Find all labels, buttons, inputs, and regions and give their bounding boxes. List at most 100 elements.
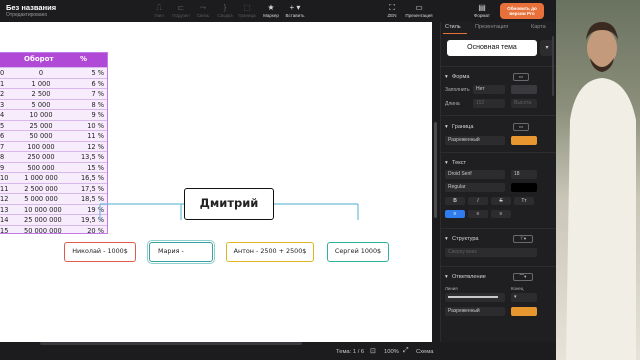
zen-icon: ⛶ xyxy=(389,3,395,12)
align-right-button[interactable]: ≡ xyxy=(491,210,511,218)
chevron-down-icon: ▾ xyxy=(545,45,549,51)
boundary-label: Граница xyxy=(238,13,256,18)
presentation-label: Презентация xyxy=(405,13,433,18)
branch-line-label: Линия xyxy=(445,286,458,291)
section-branch-title: Ответвление xyxy=(452,274,486,280)
font-weight-select[interactable]: Regular xyxy=(445,183,505,192)
node-anton[interactable]: Антон - 2500 + 2500$ xyxy=(226,242,314,262)
canvas-horizontal-scrollbar[interactable] xyxy=(40,342,302,345)
marker-label: Маркер xyxy=(263,13,279,18)
node-sergei[interactable]: Сергей 1000$ xyxy=(327,242,389,262)
section-text-title: Текст xyxy=(452,160,467,166)
format-button[interactable]: ▤ Формат xyxy=(468,3,496,18)
chevron-down-icon[interactable]: ▾ xyxy=(445,124,448,130)
section-border-title: Граница xyxy=(452,124,474,130)
fit-view-icon[interactable]: ⤢ xyxy=(403,347,409,355)
divider xyxy=(441,66,557,67)
presenter-video xyxy=(566,22,636,360)
mindmap-connectors xyxy=(99,198,359,220)
font-family-select[interactable]: Droid Serif xyxy=(445,170,505,179)
strikethrough-button[interactable]: S xyxy=(491,197,511,205)
tab-style[interactable]: Стиль xyxy=(445,24,461,30)
theme-counter: Тема: 1 / 6 xyxy=(336,349,365,355)
webcam-overlay xyxy=(556,0,640,360)
outline-view-icon[interactable]: ⊡ xyxy=(370,347,376,355)
branch-style-select[interactable]: Разреженный xyxy=(445,307,505,316)
summary-label: Сводка xyxy=(217,13,233,18)
align-center-button[interactable]: ≡ xyxy=(468,210,488,218)
align-left-icon: ≡ xyxy=(453,211,457,217)
rounded-rect-icon: ▭ xyxy=(518,124,524,129)
branch-shape-picker[interactable]: ⌒▾ xyxy=(513,273,533,281)
section-shape-title: Форма xyxy=(452,74,470,80)
mindmap-canvas[interactable]: Оборот % 005 % 1 1 000 6 % 2 2 500 7 % 3 5 000 8 … xyxy=(0,22,432,342)
format-panel: Стиль Презентация Карта Основная тема ▾ … xyxy=(440,22,557,342)
chevron-down-icon[interactable]: ▾ xyxy=(445,236,448,242)
divider xyxy=(441,152,557,153)
presentation-icon: ▭ xyxy=(415,3,423,12)
border-shape-picker[interactable]: ▭ xyxy=(513,123,529,131)
branch-color-swatch[interactable] xyxy=(511,307,537,316)
zoom-level[interactable]: 100% xyxy=(384,349,399,355)
branch-end-select[interactable]: ▾ xyxy=(511,293,537,302)
height-input[interactable]: Высота xyxy=(511,99,537,108)
chevron-down-icon[interactable]: ▾ xyxy=(445,274,448,280)
fill-select[interactable]: Нет xyxy=(473,85,505,94)
scrollbar-thumb[interactable] xyxy=(434,122,437,218)
theme-selector[interactable]: Основная тема xyxy=(447,40,537,56)
tab-map[interactable]: Карта xyxy=(531,24,546,30)
plus-icon: + ▾ xyxy=(289,3,301,12)
node-nikolai[interactable]: Николай - 1000$ xyxy=(64,242,136,262)
tab-presentation[interactable]: Презентация xyxy=(475,24,508,30)
border-color-swatch[interactable] xyxy=(511,136,537,145)
bold-button[interactable]: B xyxy=(445,197,465,205)
structure-direction-select[interactable]: Сверху вниз xyxy=(445,248,537,257)
link-label: Связь xyxy=(196,13,210,18)
app-window: Без названия Отредактировано ⎍ Узел ⊏ Поду… xyxy=(0,0,640,360)
divider xyxy=(441,228,557,229)
structure-picker[interactable]: ⊤▾ xyxy=(513,235,533,243)
align-right-icon: ≡ xyxy=(499,211,503,217)
document-title[interactable]: Без названия xyxy=(6,3,56,12)
root-node-dmitry[interactable]: Дмитрий xyxy=(184,188,274,220)
line-width-preview xyxy=(448,295,498,298)
section-structure-title: Структура xyxy=(452,236,479,242)
format-icon: ▤ xyxy=(478,3,486,12)
insert-button[interactable]: + ▾ Вставить xyxy=(281,3,309,18)
panel-tabs: Стиль Презентация Карта xyxy=(441,22,557,34)
panel-scrollbar[interactable] xyxy=(552,36,554,96)
align-left-button[interactable]: ≡ xyxy=(445,210,465,218)
top-toolbar: Без названия Отредактировано ⎍ Узел ⊏ Поду… xyxy=(0,0,556,22)
node-label: Узел xyxy=(154,13,164,18)
tree-structure-icon: ⊤▾ xyxy=(519,236,527,241)
insert-label: Вставить xyxy=(285,13,305,18)
font-size-select[interactable]: 18 xyxy=(511,170,537,179)
length-label: Длина xyxy=(445,101,460,107)
border-style-select[interactable]: Разреженный xyxy=(445,136,505,145)
chevron-down-icon: ▾ xyxy=(514,294,517,300)
format-label: Формат xyxy=(474,13,490,18)
chevron-down-icon[interactable]: ▾ xyxy=(445,160,448,166)
branch-line-width[interactable] xyxy=(445,293,505,302)
upgrade-pro-button[interactable]: Обновить до версии Pro xyxy=(500,3,544,19)
zen-label: ZEN xyxy=(387,13,397,18)
text-color-swatch[interactable] xyxy=(511,183,537,192)
rounded-rect-icon: ▭ xyxy=(518,74,524,79)
subnode-label: Подузел xyxy=(172,13,190,18)
fill-label: Заполнить xyxy=(445,87,470,93)
presentation-button[interactable]: ▭ Презентация xyxy=(405,3,433,18)
branch-curve-icon: ⌒▾ xyxy=(519,274,527,279)
fill-color-swatch[interactable] xyxy=(511,85,537,94)
canvas-vertical-scrollbar[interactable] xyxy=(432,22,440,342)
italic-button[interactable]: I xyxy=(468,197,488,205)
active-tab-indicator xyxy=(443,33,467,34)
align-center-icon: ≡ xyxy=(476,211,480,217)
length-input[interactable]: 152 xyxy=(473,99,505,108)
chevron-down-icon[interactable]: ▾ xyxy=(445,74,448,80)
zen-button[interactable]: ⛶ ZEN xyxy=(378,3,406,18)
node-maria[interactable]: Мария - xyxy=(147,240,215,264)
divider xyxy=(441,115,557,116)
shape-picker[interactable]: ▭ xyxy=(513,73,529,81)
map-view-toggle[interactable]: Схема xyxy=(416,349,433,355)
text-case-button[interactable]: Tт xyxy=(514,197,534,205)
